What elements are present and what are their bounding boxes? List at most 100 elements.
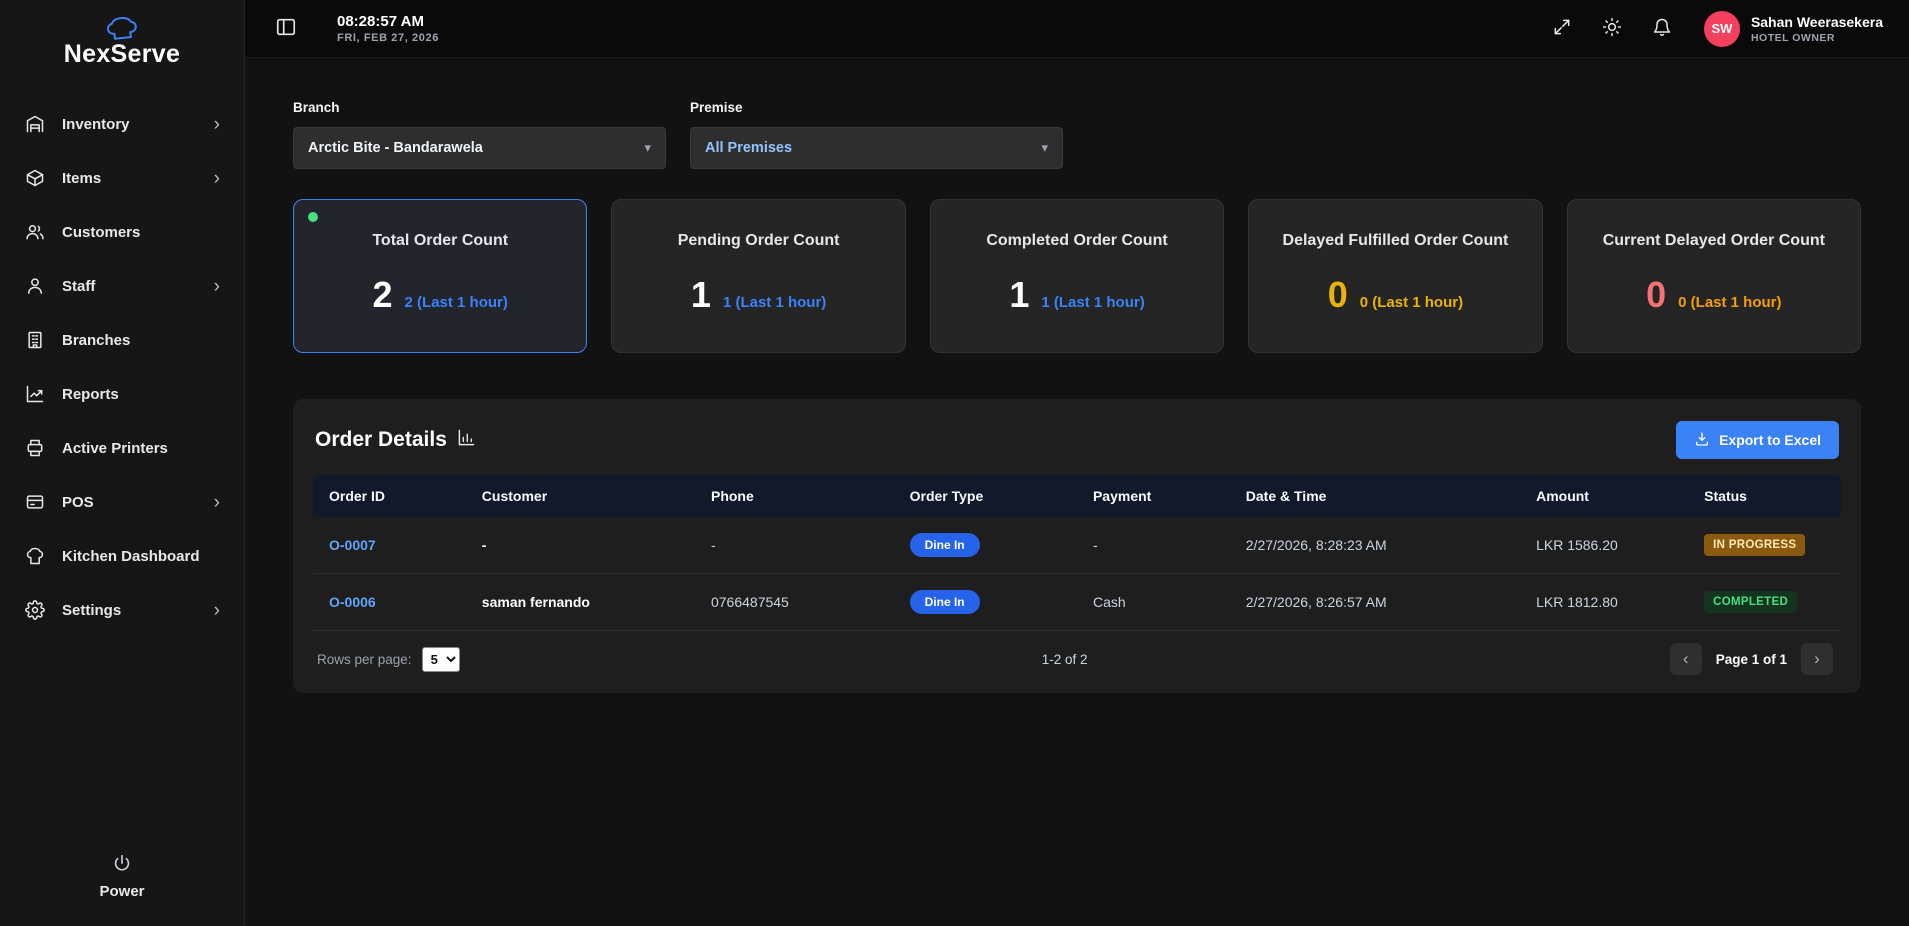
order-details-chart-icon	[457, 428, 476, 453]
payment-cell: -	[1077, 517, 1230, 574]
sidebar-item-label: Items	[62, 170, 198, 187]
expand-icon	[1552, 17, 1572, 40]
payment-cell: Cash	[1077, 574, 1230, 631]
inventory-icon	[24, 113, 46, 135]
panel-toggle-icon	[275, 16, 297, 41]
stat-card-total-orders[interactable]: Total Order Count 2 2 (Last 1 hour)	[293, 199, 587, 353]
order-type-badge: Dine In	[910, 590, 980, 614]
column-header-order-type[interactable]: Order Type	[894, 475, 1077, 517]
stat-value: 1	[1009, 274, 1029, 316]
power-button[interactable]: Power	[0, 835, 244, 926]
user-name: Sahan Weerasekera	[1751, 14, 1883, 30]
sidebar-item-label: Active Printers	[62, 440, 220, 457]
sidebar-item-label: Kitchen Dashboard	[62, 548, 220, 565]
rows-per-page-select[interactable]: 5	[422, 647, 460, 672]
export-button-label: Export to Excel	[1719, 432, 1821, 448]
chevron-right-icon: ›	[214, 277, 220, 296]
sidebar-item-inventory[interactable]: Inventory ›	[0, 97, 244, 151]
user-icon	[24, 275, 46, 297]
chart-icon	[24, 383, 46, 405]
table-header-row: Order ID Customer Phone Order Type Payme…	[313, 475, 1841, 517]
amount-cell: LKR 1586.20	[1520, 517, 1688, 574]
stat-title: Completed Order Count	[931, 232, 1223, 250]
sidebar-item-branches[interactable]: Branches	[0, 313, 244, 367]
user-menu[interactable]: SW Sahan Weerasekera HOTEL OWNER	[1704, 11, 1883, 47]
brand-name: NexServe	[0, 40, 244, 69]
chevron-left-icon: ‹	[1683, 649, 1689, 669]
stat-subtext: 0 (Last 1 hour)	[1360, 294, 1463, 311]
sidebar-item-staff[interactable]: Staff ›	[0, 259, 244, 313]
stat-title: Pending Order Count	[612, 232, 904, 250]
chevron-down-icon: ▾	[1041, 140, 1048, 156]
export-to-excel-button[interactable]: Export to Excel	[1676, 421, 1839, 459]
premise-select[interactable]: All Premises ▾	[690, 127, 1063, 169]
sidebar-item-kitchen-dashboard[interactable]: Kitchen Dashboard	[0, 529, 244, 583]
fullscreen-button[interactable]	[1548, 13, 1576, 44]
page-info: Page 1 of 1	[1716, 652, 1787, 667]
column-header-status[interactable]: Status	[1688, 475, 1841, 517]
stat-card-completed-orders[interactable]: Completed Order Count 1 1 (Last 1 hour)	[930, 199, 1224, 353]
chef-hat-icon	[0, 16, 244, 42]
stat-subtext: 2 (Last 1 hour)	[405, 294, 508, 311]
sidebar-item-reports[interactable]: Reports	[0, 367, 244, 421]
sidebar-toggle-button[interactable]	[271, 12, 301, 45]
stat-value: 0	[1328, 274, 1348, 316]
sidebar-item-items[interactable]: Items ›	[0, 151, 244, 205]
power-icon	[0, 853, 244, 875]
branch-select[interactable]: Arctic Bite - Bandarawela ▾	[293, 127, 666, 169]
stat-subtext: 1 (Last 1 hour)	[1041, 294, 1144, 311]
datetime-cell: 2/27/2026, 8:26:57 AM	[1230, 574, 1520, 631]
notifications-button[interactable]	[1648, 13, 1676, 44]
chevron-right-icon: ›	[214, 601, 220, 620]
order-details-title: Order Details	[315, 428, 476, 453]
order-type-badge: Dine In	[910, 533, 980, 557]
topbar: 08:28:57 AM FRI, FEB 27, 2026 SW Sahan W…	[245, 0, 1909, 58]
pagination: ‹ Page 1 of 1 ›	[1670, 643, 1833, 675]
column-header-phone[interactable]: Phone	[695, 475, 894, 517]
building-icon	[24, 329, 46, 351]
column-header-amount[interactable]: Amount	[1520, 475, 1688, 517]
column-header-order-id[interactable]: Order ID	[313, 475, 466, 517]
datetime-cell: 2/27/2026, 8:28:23 AM	[1230, 517, 1520, 574]
power-label: Power	[0, 883, 244, 900]
clock-time: 08:28:57 AM	[337, 13, 439, 30]
premise-select-value: All Premises	[705, 140, 1041, 156]
stat-card-current-delayed-orders[interactable]: Current Delayed Order Count 0 0 (Last 1 …	[1567, 199, 1861, 353]
stat-card-delayed-fulfilled-orders[interactable]: Delayed Fulfilled Order Count 0 0 (Last …	[1248, 199, 1542, 353]
sidebar: NexServe Inventory › Items › Customers	[0, 0, 245, 926]
table-row: O-0006 saman fernando 0766487545 Dine In…	[313, 574, 1841, 631]
sidebar-item-settings[interactable]: Settings ›	[0, 583, 244, 637]
download-icon	[1694, 431, 1710, 450]
previous-page-button[interactable]: ‹	[1670, 643, 1702, 675]
chef-hat-icon	[24, 545, 46, 567]
order-id-link[interactable]: O-0006	[329, 594, 376, 610]
sidebar-item-pos[interactable]: POS ›	[0, 475, 244, 529]
customer-cell: saman fernando	[466, 574, 695, 631]
row-range-info: 1-2 of 2	[460, 652, 1670, 667]
chevron-right-icon: ›	[214, 169, 220, 188]
stat-card-pending-orders[interactable]: Pending Order Count 1 1 (Last 1 hour)	[611, 199, 905, 353]
avatar: SW	[1704, 11, 1740, 47]
bell-icon	[1652, 17, 1672, 40]
brand-logo[interactable]: NexServe	[0, 0, 244, 83]
sidebar-item-label: Reports	[62, 386, 220, 403]
chevron-right-icon: ›	[1814, 649, 1820, 669]
stat-title: Current Delayed Order Count	[1568, 232, 1860, 250]
sidebar-item-customers[interactable]: Customers	[0, 205, 244, 259]
column-header-payment[interactable]: Payment	[1077, 475, 1230, 517]
sidebar-item-active-printers[interactable]: Active Printers	[0, 421, 244, 475]
user-info: Sahan Weerasekera HOTEL OWNER	[1751, 14, 1883, 44]
theme-toggle-button[interactable]	[1598, 13, 1626, 44]
premise-filter: Premise All Premises ▾	[690, 100, 1063, 169]
table-row: O-0007 - - Dine In - 2/27/2026, 8:28:23 …	[313, 517, 1841, 574]
orders-table: Order ID Customer Phone Order Type Payme…	[313, 475, 1841, 631]
status-badge: COMPLETED	[1704, 591, 1797, 613]
column-header-customer[interactable]: Customer	[466, 475, 695, 517]
next-page-button[interactable]: ›	[1801, 643, 1833, 675]
column-header-datetime[interactable]: Date & Time	[1230, 475, 1520, 517]
status-badge: IN PROGRESS	[1704, 534, 1805, 556]
sidebar-item-label: Inventory	[62, 116, 198, 133]
order-id-link[interactable]: O-0007	[329, 537, 376, 553]
sidebar-item-label: Branches	[62, 332, 220, 349]
branch-filter: Branch Arctic Bite - Bandarawela ▾	[293, 100, 666, 169]
